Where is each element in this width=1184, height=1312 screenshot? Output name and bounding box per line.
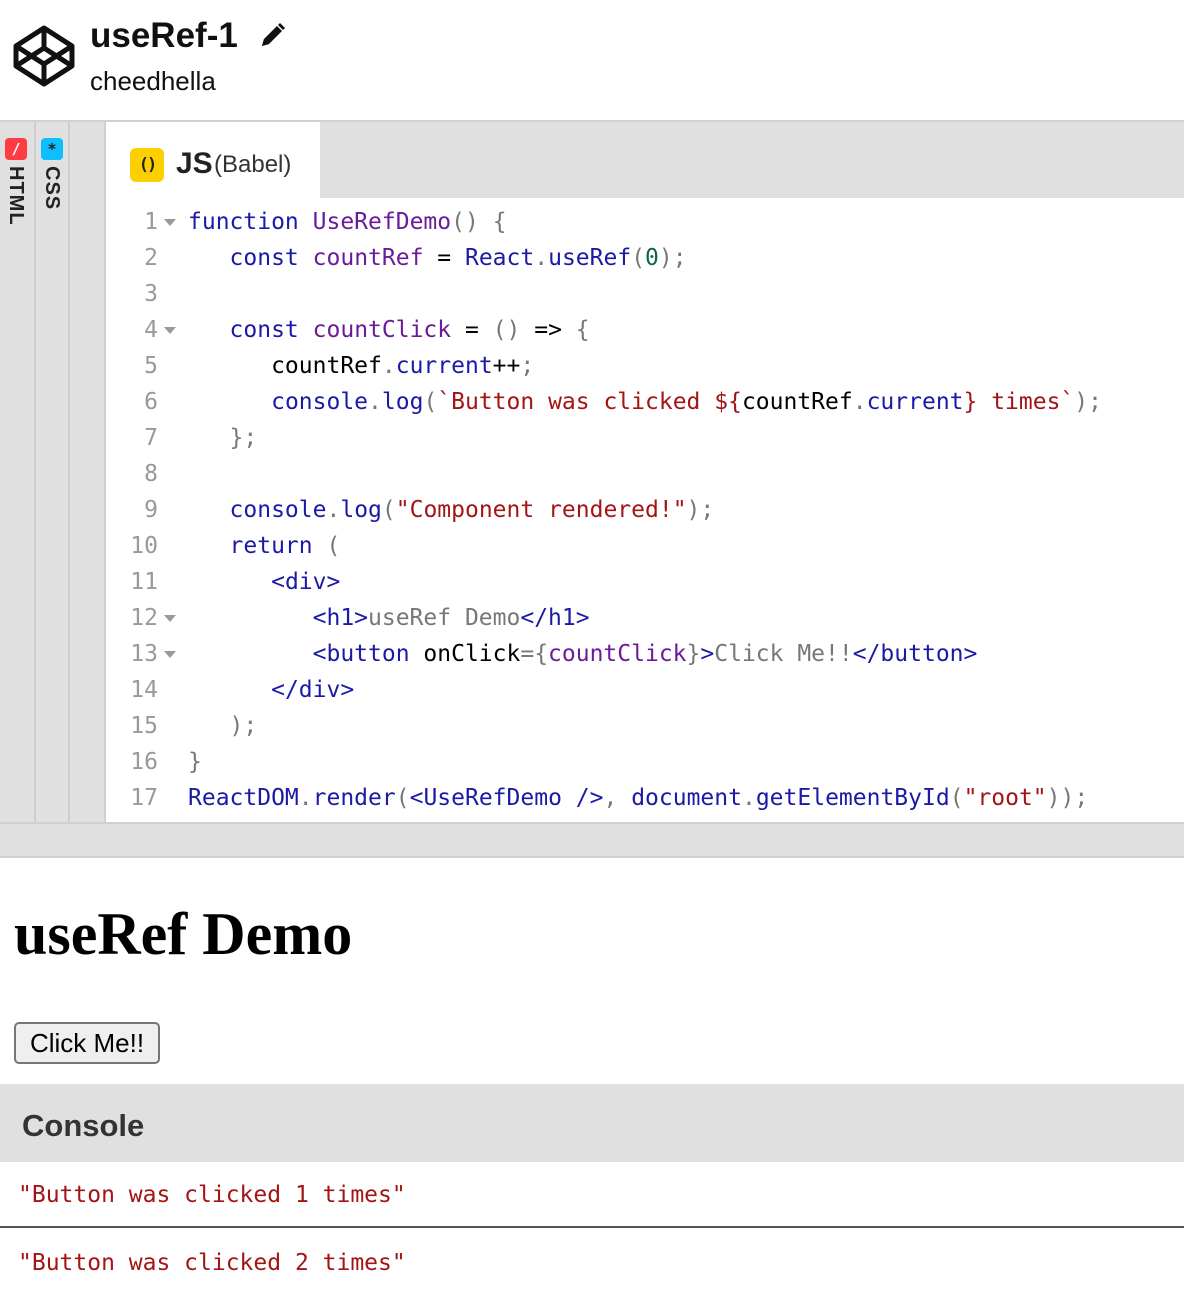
console-log-list: "Button was clicked 1 times" "Button was…	[0, 1162, 1184, 1312]
line-number: 17	[130, 785, 158, 811]
js-badge-icon: ()	[130, 148, 164, 182]
fold-arrow-icon[interactable]	[164, 327, 176, 334]
line-number: 14	[130, 677, 158, 703]
code-text: <button onClick={countClick}>Click Me!!<…	[312, 641, 978, 667]
code-text: <div>	[271, 569, 341, 595]
code-line: 4 const countClick = () => {	[106, 312, 1184, 348]
code-line: 10 return (	[106, 528, 1184, 564]
tab-js-label: JS	[176, 147, 213, 180]
code-text: };	[229, 425, 258, 451]
code-line: 14 </div>	[106, 672, 1184, 708]
code-text: const countRef = React.useRef(0);	[229, 245, 687, 271]
output-heading: useRef Demo	[14, 901, 353, 967]
code-line: 11 <div>	[106, 564, 1184, 600]
line-number: 9	[144, 497, 158, 523]
line-number: 16	[130, 749, 158, 775]
line-number: 6	[144, 389, 158, 415]
code-text: ReactDOM.render(<UseRefDemo />, document…	[188, 785, 1089, 811]
fold-arrow-icon[interactable]	[164, 651, 176, 658]
editor-area: / HTML * CSS () JS (Babel) 1 function Use…	[0, 122, 1184, 822]
code-line: 17 ReactDOM.render(<UseRefDemo />, docume…	[106, 780, 1184, 816]
code-text: countRef.current++;	[188, 353, 535, 379]
console-title: Console	[22, 1108, 145, 1143]
codepen-logo-icon[interactable]	[12, 24, 76, 88]
css-editor-collapsed[interactable]: * CSS	[36, 122, 70, 822]
pencil-icon[interactable]	[256, 20, 288, 52]
html-badge-icon: /	[5, 138, 27, 160]
console-log-entry: "Button was clicked 1 times"	[0, 1162, 1184, 1228]
code-line: 13 <button onClick={countClick}>Click Me…	[106, 636, 1184, 672]
css-badge-icon: *	[41, 138, 63, 160]
code-text: const countClick = () => {	[229, 317, 590, 343]
console-log-entry: "Button was clicked 2 times"	[18, 1250, 406, 1276]
code-text: </div>	[271, 677, 355, 703]
html-rail-label: HTML	[5, 166, 27, 226]
tab-js[interactable]: () JS (Babel)	[106, 122, 320, 198]
console-header: Console	[0, 1084, 1184, 1162]
code-line: 3	[106, 276, 1184, 312]
css-rail-label: CSS	[41, 166, 63, 211]
line-number: 12	[130, 605, 158, 631]
line-number: 11	[130, 569, 158, 595]
code-editor[interactable]: 1 function UseRefDemo() { 2 const countRe…	[106, 198, 1184, 822]
code-text: function UseRefDemo() {	[188, 209, 507, 235]
code-text: <h1>useRef Demo</h1>	[312, 605, 590, 631]
editor-resize-handle[interactable]	[0, 822, 1184, 858]
code-text: console.log("Component rendered!");	[229, 497, 715, 523]
tab-js-preprocessor: (Babel)	[214, 151, 292, 178]
code-line: 16}	[106, 744, 1184, 780]
line-number: 10	[130, 533, 158, 559]
pen-author[interactable]: cheedhella	[90, 64, 216, 98]
code-line: 7 };	[106, 420, 1184, 456]
pen-title[interactable]: useRef-1	[90, 14, 238, 58]
line-number: 5	[144, 353, 158, 379]
code-line: 9 console.log("Component rendered!");	[106, 492, 1184, 528]
pen-header: useRef-1 cheedhella	[0, 0, 1184, 122]
code-text: return (	[229, 533, 341, 559]
code-text: console.log(`Button was clicked ${countR…	[271, 389, 1102, 415]
fold-arrow-icon[interactable]	[164, 615, 176, 622]
line-number: 3	[144, 281, 158, 307]
line-number: 4	[144, 317, 158, 343]
result-preview: useRef Demo Click Me!!	[0, 858, 1184, 1084]
code-line: 5 countRef.current++;	[106, 348, 1184, 384]
code-line: 1 function UseRefDemo() {	[106, 204, 1184, 240]
code-line: 12 <h1>useRef Demo</h1>	[106, 600, 1184, 636]
line-number: 8	[144, 461, 158, 487]
click-me-button[interactable]: Click Me!!	[14, 1022, 160, 1064]
code-line: 8	[106, 456, 1184, 492]
line-number: 2	[144, 245, 158, 271]
line-number: 13	[130, 641, 158, 667]
code-text: }	[188, 749, 202, 775]
code-text: );	[229, 713, 258, 739]
js-editor-rail[interactable]	[70, 122, 106, 822]
line-number: 7	[144, 425, 158, 451]
fold-arrow-icon[interactable]	[164, 219, 176, 226]
line-number: 15	[130, 713, 158, 739]
line-number: 1	[144, 209, 158, 235]
code-line: 6 console.log(`Button was clicked ${coun…	[106, 384, 1184, 420]
code-line: 2 const countRef = React.useRef(0);	[106, 240, 1184, 276]
html-editor-collapsed[interactable]: / HTML	[0, 122, 36, 822]
code-line: 15 );	[106, 708, 1184, 744]
